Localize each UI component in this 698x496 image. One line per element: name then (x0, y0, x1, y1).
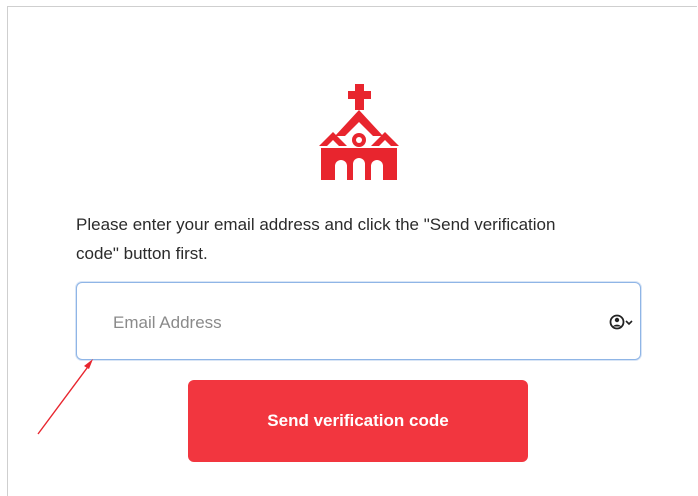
instructions-text: Please enter your email address and clic… (76, 215, 556, 263)
email-input[interactable] (111, 307, 535, 339)
user-account-icon[interactable] (609, 313, 635, 331)
email-field[interactable] (76, 282, 641, 360)
church-icon (319, 84, 399, 180)
send-verification-code-button[interactable]: Send verification code (188, 380, 528, 462)
